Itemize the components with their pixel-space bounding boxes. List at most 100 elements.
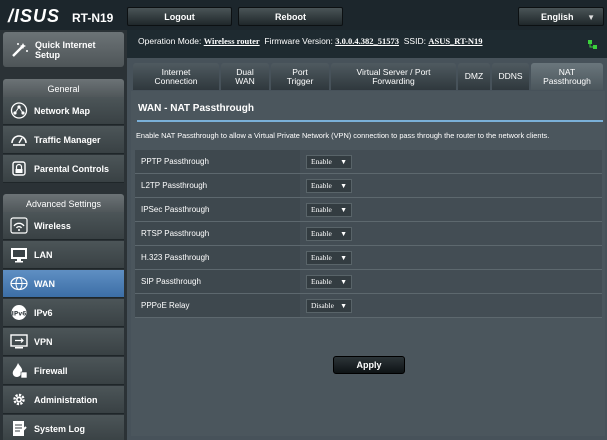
- tab-label-line2: Forwarding: [372, 75, 415, 86]
- chevron-down-icon: ▼: [340, 158, 347, 166]
- language-select[interactable]: English ▼: [518, 7, 604, 26]
- sidebar-item-traffic-manager[interactable]: Traffic Manager: [3, 126, 124, 154]
- table-row: H.323 Passthrough Enable ▼: [135, 246, 602, 270]
- log-icon: [8, 420, 30, 438]
- pppoe-relay-select[interactable]: Disable ▼: [306, 299, 352, 313]
- page-description: Enable NAT Passthrough to allow a Virtua…: [136, 131, 550, 140]
- tab-label-line2: Connection: [154, 75, 198, 86]
- tab-label-line2: Passthrough: [543, 75, 591, 86]
- ssid-link[interactable]: ASUS_RT-N19: [428, 36, 482, 46]
- gear-icon: [8, 391, 30, 409]
- table-row: RTSP Passthrough Enable ▼: [135, 222, 602, 246]
- tab-nat-passthrough[interactable]: NAT Passthrough: [531, 63, 603, 90]
- setting-label: IPSec Passthrough: [135, 198, 300, 221]
- chevron-down-icon: ▼: [340, 230, 347, 238]
- sidebar-item-label: Firewall: [34, 365, 68, 376]
- select-value: Enable: [311, 205, 332, 214]
- network-status-icon[interactable]: [587, 36, 598, 49]
- lock-icon: [8, 160, 30, 178]
- chevron-down-icon: ▼: [340, 302, 347, 310]
- sidebar-item-system-log[interactable]: System Log: [3, 415, 124, 440]
- select-value: Enable: [311, 181, 332, 190]
- h323-passthrough-select[interactable]: Enable ▼: [306, 251, 352, 265]
- operation-mode-label: Operation Mode:: [138, 36, 202, 46]
- setting-label: PPPoE Relay: [135, 294, 300, 317]
- settings-panel: WAN - NAT Passthrough Enable NAT Passthr…: [131, 91, 605, 436]
- tab-dmz[interactable]: DMZ: [458, 63, 490, 90]
- chevron-down-icon: ▼: [340, 278, 347, 286]
- tab-label-line2: Trigger: [286, 75, 314, 86]
- tab-ddns[interactable]: DDNS: [492, 63, 529, 90]
- sidebar-item-label: Administration: [34, 394, 98, 405]
- table-row: PPPoE Relay Disable ▼: [135, 294, 602, 318]
- tab-dual-wan[interactable]: Dual WAN: [221, 63, 269, 90]
- logout-button[interactable]: Logout: [127, 7, 232, 26]
- sidebar-item-label: WAN: [34, 278, 55, 289]
- sidebar-item-wan[interactable]: WAN: [3, 270, 124, 298]
- vpn-icon: [8, 333, 30, 351]
- apply-button[interactable]: Apply: [333, 356, 405, 374]
- wand-icon: [9, 40, 31, 60]
- page-title: WAN - NAT Passthrough: [138, 103, 254, 114]
- general-header: General: [3, 79, 124, 97]
- sidebar-item-lan[interactable]: LAN: [3, 241, 124, 269]
- firmware-version-link[interactable]: 3.0.0.4.382_51573: [335, 36, 399, 46]
- wifi-icon: [8, 217, 30, 235]
- sidebar-item-wireless[interactable]: Wireless: [3, 212, 124, 240]
- sidebar: Quick Internet Setup General Network Map…: [0, 30, 127, 440]
- status-bar: Operation Mode: Wireless router Firmware…: [127, 30, 607, 58]
- model-name: RT-N19: [72, 11, 114, 25]
- rtsp-passthrough-select[interactable]: Enable ▼: [306, 227, 352, 241]
- gauge-icon: [8, 131, 30, 149]
- reboot-button[interactable]: Reboot: [238, 7, 343, 26]
- quick-setup-label-line2: Setup: [35, 49, 61, 60]
- sidebar-item-administration[interactable]: Administration: [3, 386, 124, 414]
- sidebar-item-label: Traffic Manager: [34, 134, 101, 145]
- network-map-icon: [8, 102, 30, 120]
- table-row: SIP Passthrough Enable ▼: [135, 270, 602, 294]
- monitor-icon: [8, 246, 30, 264]
- l2tp-passthrough-select[interactable]: Enable ▼: [306, 179, 352, 193]
- table-row: PPTP Passthrough Enable ▼: [135, 150, 602, 174]
- table-row: IPSec Passthrough Enable ▼: [135, 198, 602, 222]
- sidebar-item-label: IPv6: [34, 307, 53, 318]
- setting-label: RTSP Passthrough: [135, 222, 300, 245]
- chevron-down-icon: ▼: [340, 254, 347, 262]
- quick-setup-label-line1: Quick Internet: [35, 39, 96, 50]
- sidebar-item-label: VPN: [34, 336, 53, 347]
- sidebar-item-firewall[interactable]: Firewall: [3, 357, 124, 385]
- brand-logo: /ISUS RT-N19: [8, 6, 113, 26]
- title-divider: [137, 120, 603, 122]
- svg-text:IPv6: IPv6: [12, 311, 27, 318]
- table-row: L2TP Passthrough Enable ▼: [135, 174, 602, 198]
- operation-mode-link[interactable]: Wireless router: [204, 36, 260, 46]
- chevron-down-icon: ▼: [340, 182, 347, 190]
- settings-table: PPTP Passthrough Enable ▼ L2TP Passthroug…: [135, 150, 602, 318]
- setting-label: H.323 Passthrough: [135, 246, 300, 269]
- tab-port-trigger[interactable]: Port Trigger: [271, 63, 329, 90]
- globe-icon: [8, 275, 30, 293]
- chevron-down-icon: ▼: [587, 13, 595, 22]
- tab-virtual-server[interactable]: Virtual Server / Port Forwarding: [331, 63, 456, 90]
- tab-label: DMZ: [464, 71, 484, 81]
- quick-setup-label: Quick Internet Setup: [35, 40, 96, 60]
- sidebar-item-ipv6[interactable]: IPv6 IPv6: [3, 299, 124, 327]
- quick-internet-setup-button[interactable]: Quick Internet Setup: [3, 32, 124, 67]
- ipsec-passthrough-select[interactable]: Enable ▼: [306, 203, 352, 217]
- sidebar-item-label: Wireless: [34, 220, 71, 231]
- select-value: Enable: [311, 229, 332, 238]
- tab-internet-connection[interactable]: Internet Connection: [133, 63, 219, 90]
- tab-bar: Internet Connection Dual WAN Port Trigger V…: [127, 63, 607, 91]
- sidebar-item-label: Parental Controls: [34, 163, 110, 174]
- sidebar-item-vpn[interactable]: VPN: [3, 328, 124, 356]
- sidebar-item-network-map[interactable]: Network Map: [3, 97, 124, 125]
- chevron-down-icon: ▼: [340, 206, 347, 214]
- pptp-passthrough-select[interactable]: Enable ▼: [306, 155, 352, 169]
- select-value: Enable: [311, 157, 332, 166]
- setting-label: L2TP Passthrough: [135, 174, 300, 197]
- advanced-settings-header: Advanced Settings: [3, 194, 124, 212]
- sidebar-item-parental-controls[interactable]: Parental Controls: [3, 155, 124, 183]
- sip-passthrough-select[interactable]: Enable ▼: [306, 275, 352, 289]
- top-bar: /ISUS RT-N19 Logout Reboot English ▼: [0, 0, 607, 30]
- select-value: Disable: [311, 301, 334, 310]
